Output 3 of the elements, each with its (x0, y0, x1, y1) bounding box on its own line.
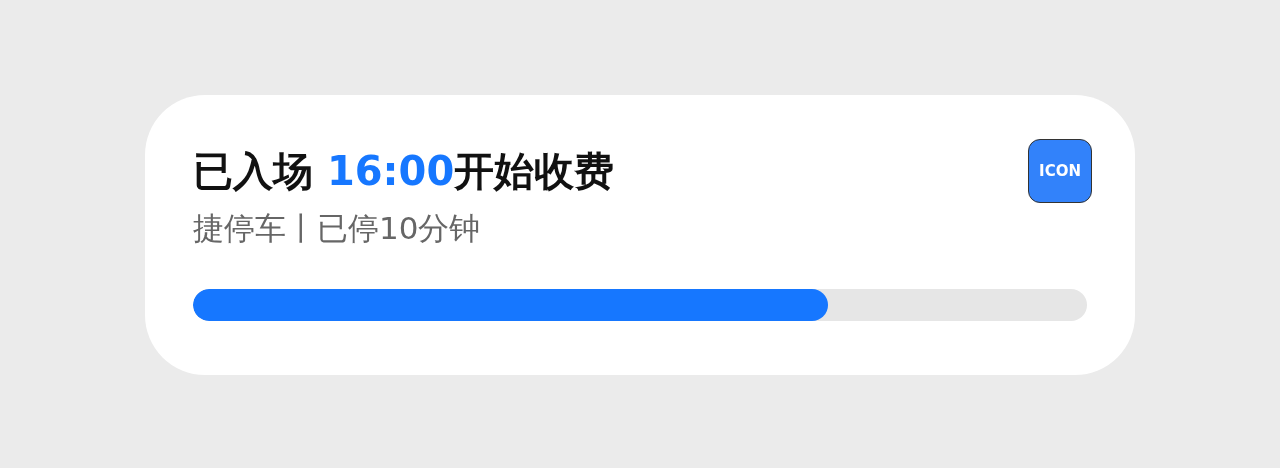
app-icon[interactable]: ICON (1028, 139, 1092, 203)
entry-status-title: 已入场 16:00开始收费 (193, 147, 615, 196)
parking-duration-text: 捷停车丨已停10分钟 (193, 209, 482, 248)
